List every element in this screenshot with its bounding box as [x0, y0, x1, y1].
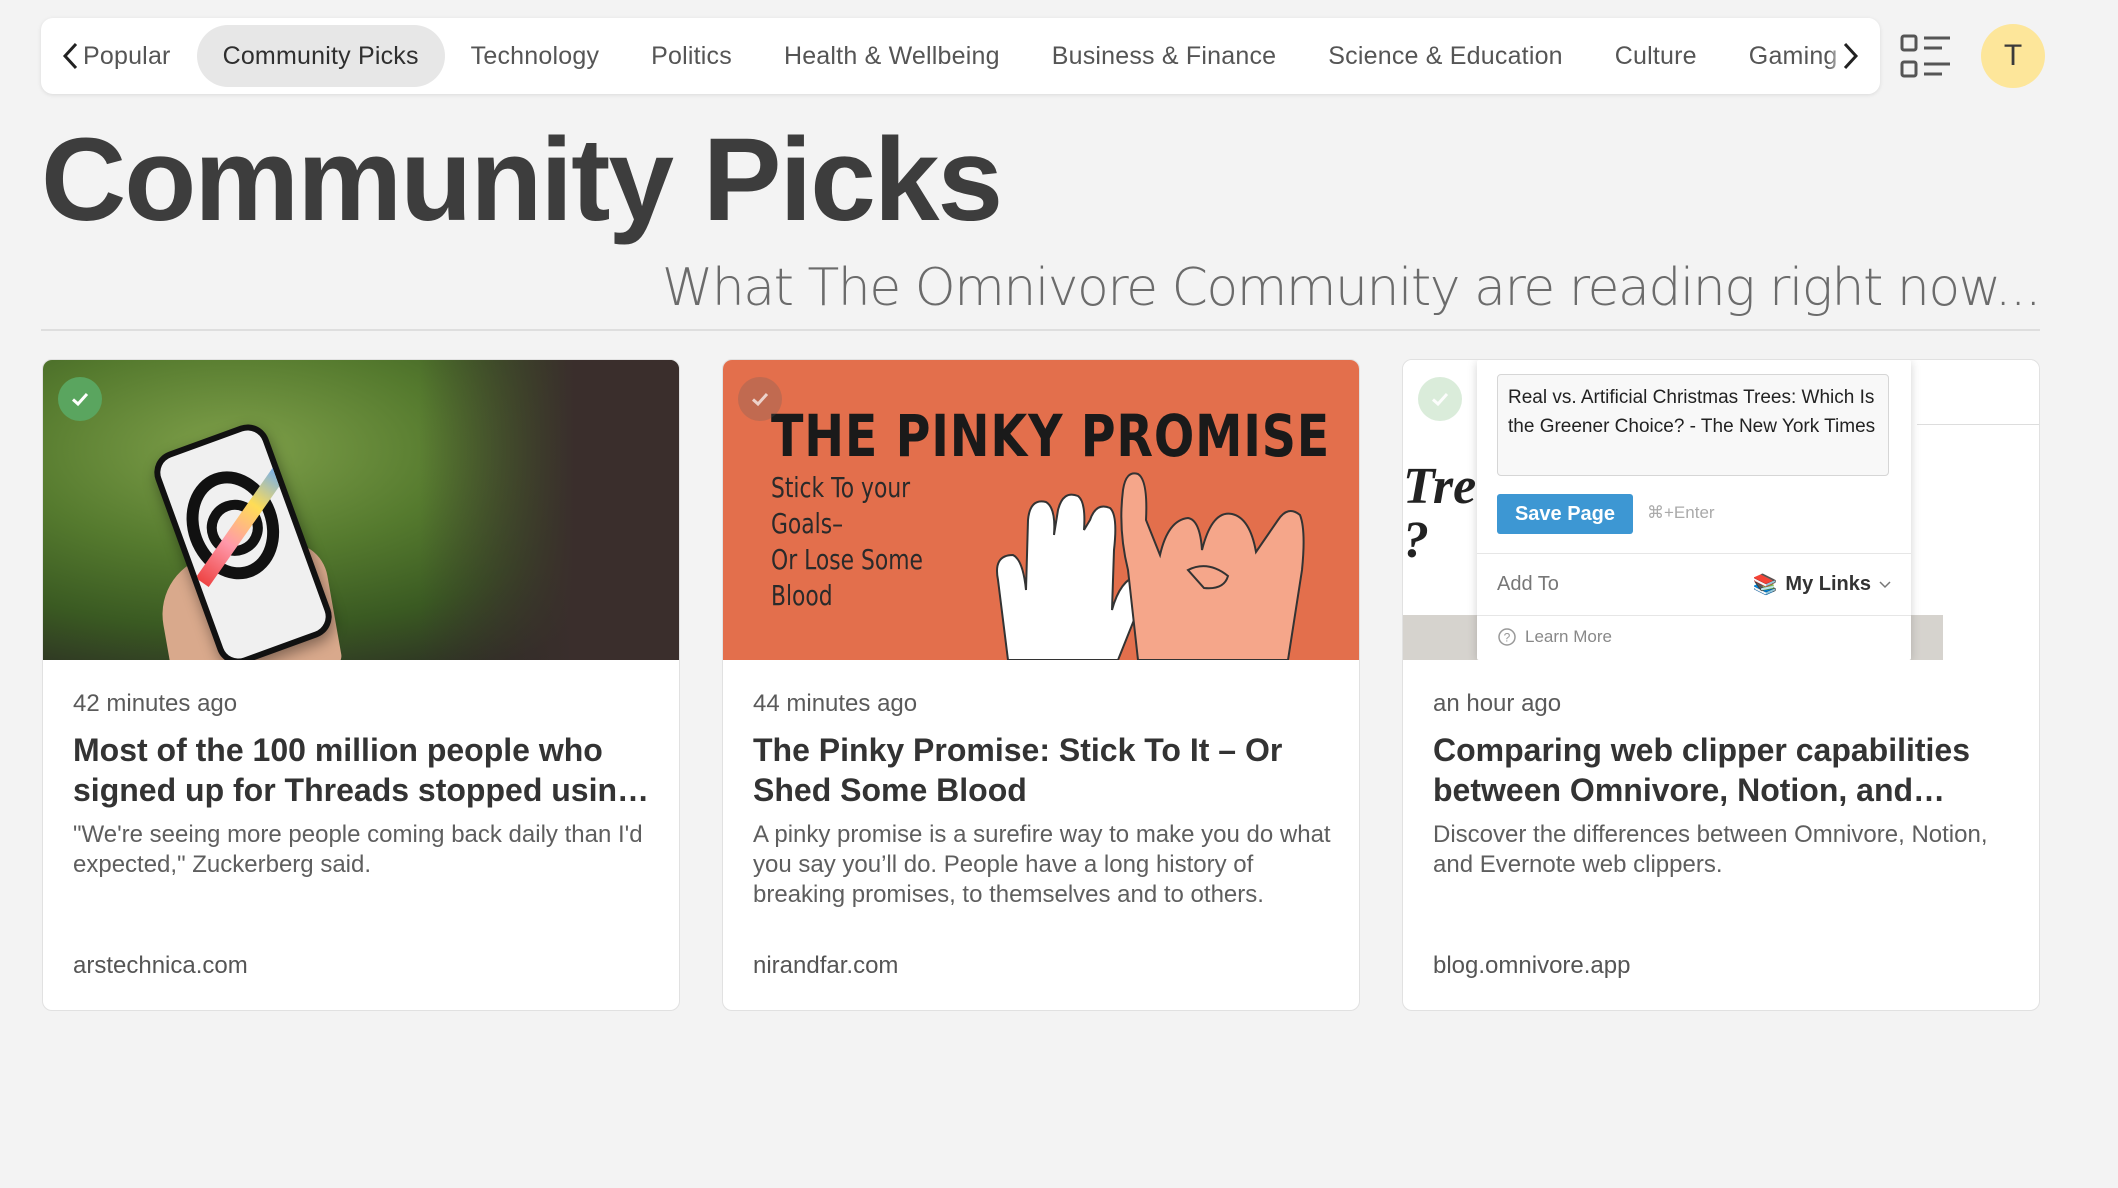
- page-title-field[interactable]: Real vs. Artificial Christmas Trees: Whi…: [1497, 374, 1889, 476]
- list-layout-icon: [1900, 34, 1950, 78]
- article-time: an hour ago: [1433, 690, 1562, 717]
- article-thumbnail: THE PINKY PROMISE Stick To your Goals– O…: [723, 360, 1359, 660]
- article-title[interactable]: Comparing web clipper capabilities betwe…: [1433, 730, 2023, 810]
- chevron-left-icon: [62, 42, 78, 70]
- image-header-strip: [1917, 360, 2039, 425]
- article-card[interactable]: 42 minutes ago Most of the 100 million p…: [42, 359, 680, 1011]
- scroll-right-button[interactable]: [1828, 18, 1872, 94]
- pinky-hands-illustration: [996, 472, 1305, 660]
- article-card[interactable]: Tree ? Real vs. Artificial Christmas Tre…: [1402, 359, 2040, 1011]
- folder-select[interactable]: 📚 My Links: [1753, 572, 1891, 597]
- article-time: 44 minutes ago: [753, 690, 918, 717]
- tab-politics[interactable]: Politics: [625, 25, 758, 87]
- tab-culture[interactable]: Culture: [1589, 25, 1723, 87]
- saved-check-icon[interactable]: [1418, 377, 1462, 421]
- add-to-label: Add To: [1497, 573, 1559, 595]
- learn-more-link[interactable]: ? Learn More: [1497, 627, 1612, 647]
- divider: [1477, 615, 1911, 616]
- divider: [1477, 553, 1911, 554]
- article-thumbnail: Tree ? Real vs. Artificial Christmas Tre…: [1403, 360, 2039, 660]
- svg-text:?: ?: [1504, 631, 1511, 645]
- scroll-left-button[interactable]: [49, 18, 93, 94]
- article-thumbnail: [43, 360, 679, 660]
- divider: [41, 329, 2040, 331]
- article-title[interactable]: The Pinky Promise: Stick To It – Or Shed…: [753, 730, 1343, 810]
- category-nav: Popular Community Picks Technology Polit…: [41, 18, 1880, 94]
- category-tabs: Popular Community Picks Technology Polit…: [41, 25, 1864, 87]
- article-source: arstechnica.com: [73, 952, 248, 979]
- article-description: "We're seeing more people coming back da…: [73, 821, 643, 878]
- tab-science-education[interactable]: Science & Education: [1302, 25, 1589, 87]
- chevron-right-icon: [1843, 42, 1859, 70]
- learn-more-label: Learn More: [1525, 627, 1612, 646]
- article-card[interactable]: THE PINKY PROMISE Stick To your Goals– O…: [722, 359, 1360, 1011]
- chevron-down-icon: [1879, 580, 1891, 588]
- web-clipper-popup: Real vs. Artificial Christmas Trees: Whi…: [1477, 360, 1911, 660]
- article-description: Discover the differences between Omnivor…: [1433, 821, 1988, 878]
- article-source: nirandfar.com: [753, 952, 899, 979]
- tab-technology[interactable]: Technology: [445, 25, 625, 87]
- page-subtitle: What The Omnivore Community are reading …: [661, 258, 2042, 318]
- page-title: Community Picks: [41, 114, 1003, 246]
- article-title[interactable]: Most of the 100 million people who signe…: [73, 730, 663, 810]
- help-circle-icon: ?: [1498, 628, 1516, 646]
- user-avatar[interactable]: T: [1981, 24, 2045, 88]
- article-time: 42 minutes ago: [73, 690, 238, 717]
- tab-health-wellbeing[interactable]: Health & Wellbeing: [758, 25, 1026, 87]
- saved-check-icon[interactable]: [738, 377, 782, 421]
- tab-community-picks[interactable]: Community Picks: [196, 25, 445, 87]
- folder-select-value: My Links: [1785, 573, 1871, 595]
- image-subheading: Stick To your Goals– Or Lose Some Blood: [771, 471, 923, 612]
- save-page-button[interactable]: Save Page: [1497, 494, 1633, 534]
- layout-toggle-button[interactable]: [1900, 32, 1952, 80]
- tab-business-finance[interactable]: Business & Finance: [1026, 25, 1303, 87]
- books-icon: 📚: [1752, 574, 1778, 596]
- save-shortcut-hint: ⌘+Enter: [1647, 503, 1715, 522]
- article-source: blog.omnivore.app: [1433, 952, 1631, 979]
- saved-check-icon[interactable]: [58, 377, 102, 421]
- article-description: A pinky promise is a surefire way to mak…: [753, 821, 1331, 908]
